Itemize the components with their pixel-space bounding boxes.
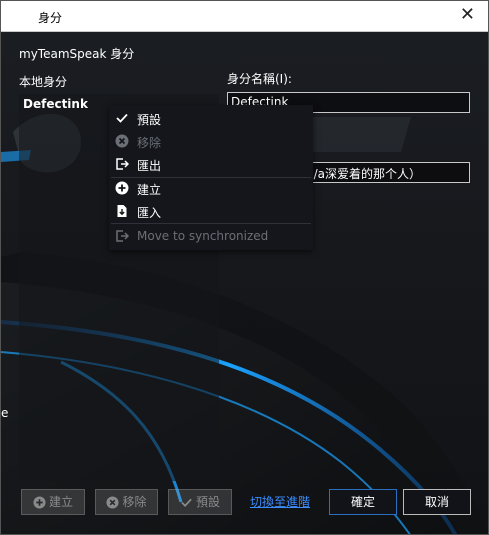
- menu-item-label: 匯出: [137, 159, 162, 173]
- export-icon: [116, 158, 129, 170]
- menu-item-label: 移除: [137, 136, 162, 150]
- ok-button[interactable]: 確定: [329, 489, 397, 515]
- add-circle-icon: [115, 181, 129, 195]
- menu-separator: [111, 223, 311, 224]
- check-icon: [116, 113, 128, 123]
- list-item[interactable]: Defectink: [23, 97, 88, 111]
- menu-item-default[interactable]: 預設: [109, 108, 313, 130]
- local-identities-label: 本地身分: [19, 75, 68, 89]
- remove-circle-icon: [115, 134, 129, 148]
- edge-text: e: [1, 406, 9, 420]
- remove-circle-icon: [106, 496, 120, 509]
- button-label: 移除: [122, 495, 147, 509]
- close-icon[interactable]: ✕: [460, 5, 475, 25]
- window-title: 身分: [38, 11, 63, 25]
- button-label: 建立: [48, 495, 73, 509]
- button-label: 預設: [195, 495, 220, 509]
- remove-identity-button[interactable]: 移除: [95, 489, 158, 515]
- check-icon: [181, 498, 192, 507]
- switch-to-advanced-link[interactable]: 切換至進階: [250, 493, 310, 510]
- set-default-button[interactable]: 預設: [168, 489, 232, 515]
- menu-item-label: 預設: [137, 113, 162, 127]
- identities-dialog: 身分 ✕ myTeamSpeak 身分 本地身分 身分名稱(I): Defect…: [0, 0, 489, 535]
- identity-name-label: 身分名稱(I):: [227, 72, 292, 86]
- menu-item-create[interactable]: 建立: [109, 178, 313, 200]
- move-icon: [116, 230, 129, 242]
- context-menu: 預設 移除 匯出 建立 匯入 Move to synchronized: [109, 105, 313, 250]
- menu-item-label: 建立: [137, 183, 162, 197]
- import-file-icon: [117, 205, 127, 217]
- menu-item-import[interactable]: 匯入: [109, 201, 313, 223]
- menu-item-move-to-synchronized[interactable]: Move to synchronized: [109, 226, 313, 248]
- add-circle-icon: [33, 496, 46, 509]
- section-title: myTeamSpeak 身分: [19, 47, 135, 61]
- menu-item-export[interactable]: 匯出: [109, 154, 313, 176]
- title-bar: 身分 ✕: [1, 1, 488, 32]
- menu-item-remove[interactable]: 移除: [109, 131, 313, 153]
- add-identity-button[interactable]: 建立: [21, 489, 85, 515]
- cancel-button[interactable]: 取消: [403, 489, 471, 515]
- menu-item-label: Move to synchronized: [137, 229, 269, 243]
- menu-item-label: 匯入: [137, 206, 162, 220]
